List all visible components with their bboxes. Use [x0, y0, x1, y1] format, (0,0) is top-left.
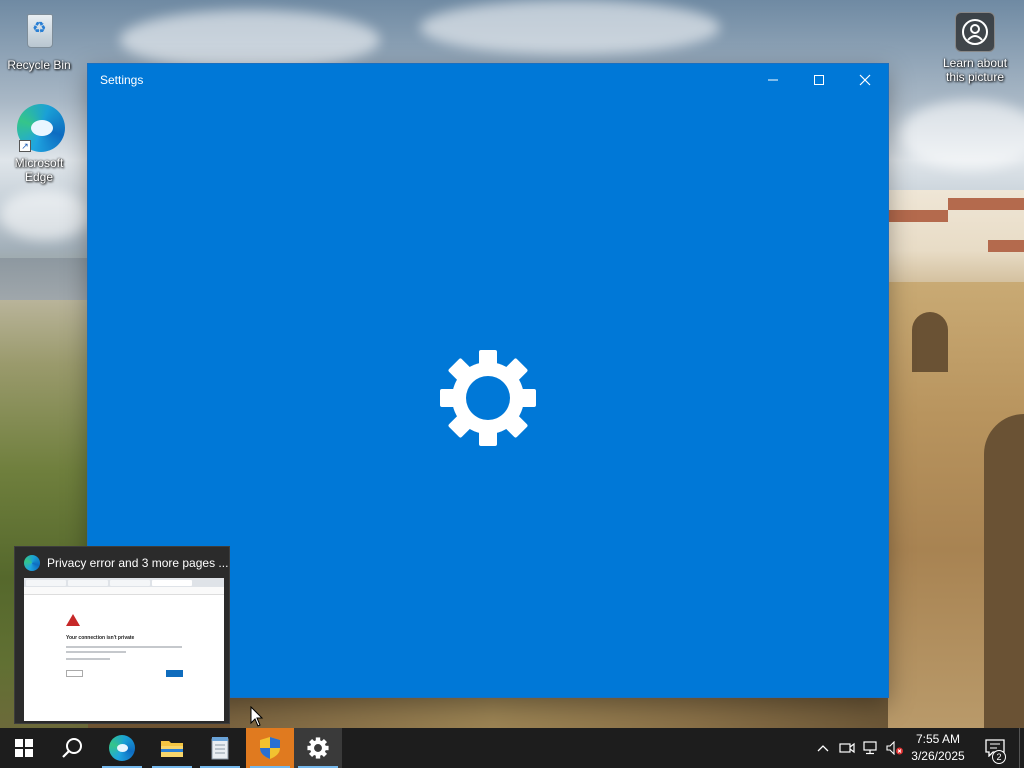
maximize-button[interactable] [796, 64, 842, 96]
camera-icon [955, 12, 995, 52]
warning-icon [66, 614, 80, 626]
taskbar-installer-button[interactable] [246, 728, 294, 768]
taskbar: 7:55 AM 3/26/2025 2 [0, 728, 1024, 768]
preview-thumbnail[interactable]: Your connection isn't private [24, 578, 224, 721]
clock-date: 3/26/2025 [911, 749, 965, 763]
notification-count-badge: 2 [992, 750, 1006, 764]
recycle-bin-icon [15, 6, 63, 54]
clock-time: 7:55 AM [915, 732, 961, 746]
gear-icon [307, 737, 329, 759]
gear-icon [440, 350, 536, 446]
desktop-icon-recycle-bin[interactable]: Recycle Bin [0, 6, 78, 72]
title-bar[interactable]: Settings [88, 64, 888, 96]
edge-icon: ↗ [15, 104, 65, 152]
meet-now-button[interactable] [836, 728, 858, 768]
desktop-icon-label: Microsoft Edge [14, 156, 64, 184]
preview-title: Privacy error and 3 more pages ... [47, 556, 229, 570]
search-button[interactable] [48, 728, 96, 768]
learn-about-picture-label: Learn about this picture [942, 56, 1008, 84]
maximize-icon [814, 75, 824, 85]
taskbar-edge-button[interactable] [98, 728, 146, 768]
close-icon [859, 74, 871, 86]
notepad-icon [211, 737, 229, 760]
show-hidden-icons-button[interactable] [812, 728, 834, 768]
close-button[interactable] [842, 64, 888, 96]
start-button[interactable] [0, 728, 48, 768]
network-button[interactable] [860, 728, 882, 768]
minimize-icon [768, 79, 778, 81]
taskbar-settings-button[interactable] [294, 728, 342, 768]
mouse-cursor-icon [250, 706, 264, 727]
windows-logo-icon [15, 739, 33, 757]
network-icon [863, 741, 877, 755]
thumbnail-heading: Your connection isn't private [66, 635, 135, 641]
edge-icon [24, 555, 40, 571]
meet-now-icon [839, 742, 855, 754]
window-title: Settings [100, 73, 144, 87]
search-icon [62, 738, 82, 758]
folder-icon [161, 741, 183, 757]
shortcut-arrow-icon: ↗ [19, 140, 31, 152]
shield-icon [260, 737, 280, 759]
chevron-up-icon [817, 745, 829, 752]
desktop-icon-edge[interactable]: ↗ Microsoft Edge [0, 104, 78, 184]
taskbar-file-explorer-button[interactable] [148, 728, 196, 768]
desktop-icon-label: Recycle Bin [7, 58, 71, 72]
taskbar-notepad-button[interactable] [196, 728, 244, 768]
clock[interactable]: 7:55 AM 3/26/2025 [902, 731, 974, 765]
minimize-button[interactable] [750, 64, 796, 96]
learn-about-picture[interactable]: Learn about this picture [936, 12, 1014, 84]
taskbar-thumbnail-preview[interactable]: Privacy error and 3 more pages ... Your … [14, 546, 230, 724]
edge-icon [109, 735, 135, 761]
show-desktop-button[interactable] [1019, 728, 1024, 768]
